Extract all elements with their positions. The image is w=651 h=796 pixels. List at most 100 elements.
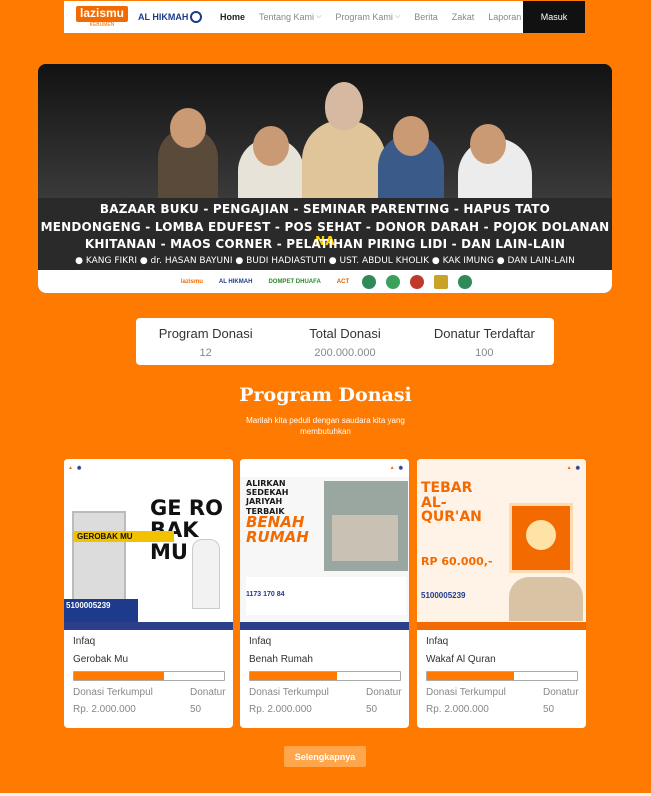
person-head: [253, 126, 289, 166]
program-card-image: ▲ ◉ GE RO BAK MU GEROBAK MU 5100005239: [64, 459, 233, 630]
card-image-headline: ALIRKAN SEDEKAH JARIYAH TERBAIK: [246, 479, 289, 516]
card-image-footer: [240, 622, 409, 630]
nav-zakat[interactable]: Zakat: [452, 12, 475, 22]
hero-banner[interactable]: BAZAAR BUKU - PENGAJIAN - SEMINAR PARENT…: [38, 64, 612, 293]
card-category: Infaq: [426, 636, 449, 647]
stats-panel: Program Donasi 12 Total Donasi 200.000.0…: [136, 318, 554, 365]
house-illustration: [332, 515, 398, 561]
alhikmah-logo-icon: ◉: [398, 465, 403, 471]
nav-program-kami[interactable]: Program Kami ⌵: [335, 12, 400, 22]
chevron-down-icon: ⌵: [316, 13, 322, 20]
card-title[interactable]: Gerobak Mu: [73, 654, 128, 665]
donors-label: Donatur: [543, 687, 579, 698]
stat-donatur-terdaftar: Donatur Terdaftar 100: [415, 318, 554, 365]
banner-photo: [38, 64, 612, 198]
card-image-footer: [417, 622, 586, 630]
donors-value: 50: [366, 704, 378, 715]
collected-value: Rp. 2.000.000: [73, 704, 136, 715]
donors-label: Donatur: [190, 687, 226, 698]
rekening-number: 5100005239: [66, 601, 111, 610]
stat-label: Program Donasi: [158, 326, 253, 341]
person-head: [170, 108, 206, 148]
sponsor-emblem-icon: [362, 274, 377, 289]
donation-progress-bar: [426, 671, 578, 681]
lazismu-logo-sub: KEBUMEN: [89, 21, 115, 28]
program-card[interactable]: ▲ ◉ GE RO BAK MU GEROBAK MU 5100005239 I…: [64, 459, 233, 728]
sponsor-emblem-icon: [434, 274, 449, 289]
stat-label: Donatur Terdaftar: [433, 326, 535, 341]
lazismu-logo: lazismu KEBUMEN: [76, 6, 129, 28]
stat-program-donasi: Program Donasi 12: [136, 318, 275, 365]
donation-progress-bar: [249, 671, 401, 681]
banner-speakers: ● KANG FIKRI ● dr. HASAN BAYUNI ● BUDI H…: [75, 256, 575, 266]
stat-total-donasi: Total Donasi 200.000.000: [275, 318, 414, 365]
quran-illustration: [509, 503, 573, 573]
alhikmah-logo-icon: ◉: [575, 465, 580, 471]
donors-value: 50: [543, 704, 555, 715]
collected-value: Rp. 2.000.000: [426, 704, 489, 715]
program-card[interactable]: ▲ ◉ ALIRKAN SEDEKAH JARIYAH TERBAIK BENA…: [240, 459, 409, 728]
person-figure: [302, 120, 386, 198]
program-card-image: ▲ ◉ TEBAR AL-QUR'AN RP 60.000,- 51000052…: [417, 459, 586, 630]
quran-emblem-icon: [526, 520, 556, 550]
card-image-logos: ▲ ◉: [417, 459, 586, 477]
navbar: lazismu KEBUMEN AL HIKMAH Home Tentang K…: [64, 1, 585, 33]
nav-program-kami-label: Program Kami: [335, 12, 393, 22]
person-head: [393, 116, 429, 156]
card-image-footer: [64, 622, 233, 630]
card-title[interactable]: Wakaf Al Quran: [426, 654, 496, 665]
nav-home[interactable]: Home: [220, 12, 245, 22]
person-head: [325, 82, 363, 130]
nav-laporan-label: Laporan: [488, 12, 522, 22]
house-photo: [324, 481, 408, 571]
banner-line-1: BAZAAR BUKU - PENGAJIAN - SEMINAR PARENT…: [99, 202, 551, 216]
nav-laporan[interactable]: Laporan: [488, 12, 521, 22]
collected-label: Donasi Terkumpul: [249, 687, 329, 698]
chevron-down-icon: ⌵: [394, 13, 401, 20]
sponsor-strip: lazismu AL HIKMAH DOMPET DHUAFA ACT: [38, 270, 612, 293]
sponsor-dompet-dhuafa-logo: DOMPET DHUAFA: [268, 278, 321, 285]
section-subtitle: Marilah kita peduli dengan saudara kita …: [246, 416, 405, 436]
alhikmah-logo-icon: ◉: [76, 465, 82, 471]
sponsor-emblem-icon: [386, 274, 401, 289]
sponsor-emblem-icon: [410, 274, 425, 289]
stat-value: 200.000.000: [314, 347, 376, 359]
program-card-image: ▲ ◉ ALIRKAN SEDEKAH JARIYAH TERBAIK BENA…: [240, 459, 409, 630]
login-button[interactable]: Masuk: [523, 1, 585, 33]
stat-value: 12: [199, 347, 212, 359]
logo-group[interactable]: lazismu KEBUMEN AL HIKMAH: [64, 1, 204, 33]
collected-label: Donasi Terkumpul: [73, 687, 153, 698]
sponsor-alhikmah-logo: AL HIKMAH: [218, 278, 253, 285]
donation-progress-fill: [74, 672, 164, 680]
banner-line-3: KHITANAN - MAOS CORNER - PELATIHAN PIRIN…: [84, 237, 566, 251]
rekening-number: 1173 170 84: [246, 591, 285, 598]
card-category: Infaq: [249, 636, 272, 647]
lazismu-logo-icon: ▲: [389, 465, 395, 471]
sponsor-emblem-icon: [458, 274, 473, 289]
program-card[interactable]: ▲ ◉ TEBAR AL-QUR'AN RP 60.000,- 51000052…: [417, 459, 586, 728]
card-title[interactable]: Benah Rumah: [249, 654, 313, 665]
lazismu-logo-icon: ▲: [68, 465, 73, 471]
banner-line-2-main: MENDONGENG - LOMBA EDUFEST - POS SEHAT -…: [40, 220, 610, 234]
cart-illustration: [72, 511, 126, 603]
main-nav: Home Tentang Kami ⌵ Program Kami ⌵ Berita …: [220, 1, 535, 33]
alhikmah-logo: AL HIKMAH: [138, 11, 203, 23]
card-image-price: RP 60.000,-: [421, 555, 493, 568]
nav-tentang-kami-label: Tentang Kami: [259, 12, 315, 22]
alhikmah-logo-text: AL HIKMAH: [138, 12, 189, 22]
nav-berita[interactable]: Berita: [414, 12, 438, 22]
donation-progress-fill: [250, 672, 337, 680]
donation-progress-bar: [73, 671, 225, 681]
card-category: Infaq: [73, 636, 96, 647]
stat-value: 100: [475, 347, 494, 359]
card-image-logos: ▲ ◉: [64, 459, 233, 477]
lazismu-logo-icon: ▲: [566, 465, 572, 471]
see-more-button[interactable]: Selengkapnya: [284, 746, 366, 767]
sponsor-lazismu-logo: lazismu: [180, 278, 203, 285]
nav-home-label: Home: [220, 12, 246, 22]
nav-tentang-kami[interactable]: Tentang Kami ⌵: [259, 12, 321, 22]
section-title: Program Donasi: [239, 384, 412, 406]
person-head: [470, 124, 506, 164]
collected-value: Rp. 2.000.000: [249, 704, 312, 715]
cart-sign: GEROBAK MU: [74, 531, 174, 542]
